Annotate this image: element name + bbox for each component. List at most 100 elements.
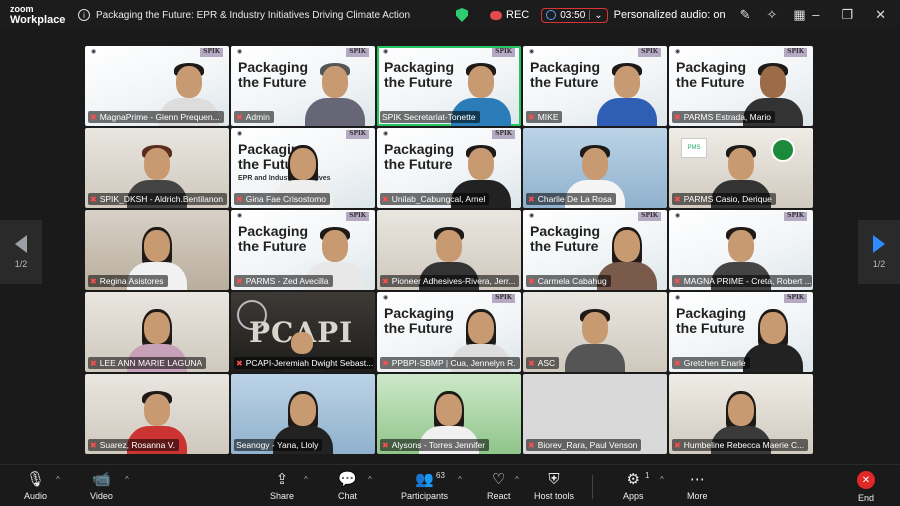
slide-logo-icon: ◉ xyxy=(237,131,243,137)
participant-name: PARMS Estrada, Mario xyxy=(683,112,771,122)
minimize-icon[interactable]: – xyxy=(812,7,819,23)
apps-button[interactable]: ⚙ Apps xyxy=(623,469,644,501)
participant-name: PARMS - Zed Avecilla xyxy=(245,276,329,286)
participant-tile[interactable]: ◉ SPIK ✖ MagnaPrime - Glenn Prequen... xyxy=(85,46,229,126)
info-icon[interactable]: i xyxy=(78,9,90,21)
audio-options-chevron-icon[interactable]: ^ xyxy=(56,475,60,484)
share-button[interactable]: ⇪ Share xyxy=(270,469,294,501)
video-button[interactable]: 📹 Video xyxy=(90,469,113,501)
mic-muted-icon: ✖ xyxy=(90,276,97,286)
participants-options-chevron-icon[interactable]: ^ xyxy=(458,475,462,484)
participant-name: Gretchen Enarle xyxy=(683,358,746,368)
mic-muted-icon: ✖ xyxy=(528,194,535,204)
participant-tile[interactable]: ✖ Alysons - Torres Jennifer xyxy=(377,374,521,454)
mic-muted-icon: ✖ xyxy=(382,276,389,286)
page-indicator-right: 1/2 xyxy=(872,259,886,269)
mic-muted-icon: ✖ xyxy=(90,194,97,204)
sparkle-ai-icon[interactable]: ✧ xyxy=(766,7,777,23)
mic-muted-icon: ✖ xyxy=(382,440,389,450)
participant-tile[interactable]: PMS ✖ PARMS Casio, Derique xyxy=(669,128,813,208)
participant-name: Pioneer Adhesives-Rivera, Jerr... xyxy=(391,276,516,286)
mic-muted-icon: ✖ xyxy=(528,276,535,286)
slide-title-line2: the Future xyxy=(384,156,453,172)
participant-name: Regina Asistores xyxy=(99,276,164,286)
share-options-chevron-icon[interactable]: ^ xyxy=(304,475,308,484)
page-indicator-left: 1/2 xyxy=(14,259,28,269)
personalized-audio-status[interactable]: Personalized audio: on xyxy=(614,9,726,21)
participant-tile[interactable]: ✖ Pioneer Adhesives-Rivera, Jerr... xyxy=(377,210,521,290)
participant-tile[interactable]: ✖ Charlie De La Rosa xyxy=(523,128,667,208)
encryption-shield-icon[interactable] xyxy=(456,8,468,22)
participant-name: Charlie De La Rosa xyxy=(537,194,612,204)
slide-title-line1: Packaging xyxy=(676,59,747,75)
host-tools-button[interactable]: ⛨ Host tools xyxy=(534,469,574,501)
mic-muted-icon: ✖ xyxy=(674,112,681,122)
participant-tile[interactable]: ✖ Suarez, Rosanna V. xyxy=(85,374,229,454)
participant-name: PPBPI-SBMP | Cua, Jennelyn R. xyxy=(391,358,516,368)
apps-options-chevron-icon[interactable]: ^ xyxy=(660,475,664,484)
react-options-chevron-icon[interactable]: ^ xyxy=(515,475,519,484)
participant-tile[interactable]: ◉ SPIK Packaging the Future ✖ Carmela Cabah… xyxy=(523,210,667,290)
toolbar-divider xyxy=(592,475,593,499)
restore-icon[interactable]: ❐ xyxy=(841,7,853,23)
chat-bubble-icon: 💬 xyxy=(338,471,357,488)
react-button[interactable]: ♡ React xyxy=(487,469,511,501)
chevron-down-icon[interactable]: ⌄ xyxy=(594,10,602,21)
mic-muted-icon: ✖ xyxy=(674,440,681,450)
participant-tile-active-speaker[interactable]: ◉ SPIK Packaging the Future SPIK Secretari… xyxy=(377,46,521,126)
participant-name: MIKE xyxy=(537,112,559,122)
chat-button[interactable]: 💬 Chat xyxy=(338,469,357,501)
meeting-timer[interactable]: 03:50 ⌄ xyxy=(541,7,608,23)
participant-tile[interactable]: ◉ SPIK Packaging the Future ✖ Admin xyxy=(231,46,375,126)
recording-indicator[interactable]: REC xyxy=(490,9,529,21)
participant-tile[interactable]: ✖ LEE ANN MARIE LAGUNA xyxy=(85,292,229,372)
slide-logo-icon: ◉ xyxy=(383,295,389,301)
participant-tile[interactable]: ◉ SPIK Packaging the Future EPR and Indust… xyxy=(231,128,375,208)
meeting-title: Packaging the Future: EPR & Industry Ini… xyxy=(96,9,411,21)
meeting-title-area[interactable]: i Packaging the Future: EPR & Industry I… xyxy=(78,9,448,21)
participant-tile[interactable]: ✖ Biorev_Rara, Paul Venson xyxy=(523,374,667,454)
participant-tile[interactable]: ✖ Regina Asistores xyxy=(85,210,229,290)
mic-muted-icon: ✖ xyxy=(674,194,681,204)
participant-name: MagnaPrime - Glenn Prequen... xyxy=(99,112,220,122)
green-seal-icon xyxy=(771,138,795,162)
slide-logo-icon: ◉ xyxy=(675,295,681,301)
participant-tile[interactable]: ✖ ASC xyxy=(523,292,667,372)
annotate-pen-icon[interactable]: ✎ xyxy=(740,7,751,23)
video-gallery: 1/2 1/2 ◉ SPIK ✖ MagnaPrime - Glenn Preque… xyxy=(0,30,900,464)
close-icon[interactable]: ✕ xyxy=(875,7,886,23)
host-shield-icon: ⛨ xyxy=(548,471,560,488)
slide-logo-icon: ◉ xyxy=(675,49,681,55)
video-options-chevron-icon[interactable]: ^ xyxy=(125,475,129,484)
slide-logo-icon: ◉ xyxy=(237,49,243,55)
next-page-button[interactable]: 1/2 xyxy=(858,220,900,284)
end-meeting-button[interactable]: ✕ End xyxy=(857,469,875,503)
participant-tile[interactable]: ✖ Humbeline Rebecca Maerie C... xyxy=(669,374,813,454)
apps-count: 1 xyxy=(645,471,650,480)
participant-name: PCAPI-Jeremiah Dwight Sebast... xyxy=(245,358,374,368)
participant-tile[interactable]: PCAPI ✖PCAPI-Jeremiah Dwight Sebast... xyxy=(231,292,375,372)
logo-line2: Workplace xyxy=(10,14,66,26)
spik-logo: SPIK xyxy=(638,212,661,221)
slide-logo-icon: ◉ xyxy=(529,213,535,219)
participant-tile[interactable]: ◉ SPIK Packaging the Future ✖ PARMS Estrada… xyxy=(669,46,813,126)
participant-tile[interactable]: ◉ SPIK Packaging the Future ✖ MIKE xyxy=(523,46,667,126)
participant-tile[interactable]: ◉ SPIK ✖ MAGNA PRIME - Creta, Robert ... xyxy=(669,210,813,290)
audio-button[interactable]: 🎙 Audio xyxy=(24,469,47,501)
mic-muted-icon: ✖ xyxy=(90,440,97,450)
react-label: React xyxy=(487,491,511,501)
chat-options-chevron-icon[interactable]: ^ xyxy=(368,475,372,484)
mic-muted-icon: ✖ xyxy=(382,194,389,204)
participant-tile[interactable]: ◉ SPIK Packaging the Future ✖ Unilab_Cabung… xyxy=(377,128,521,208)
spik-logo: SPIK xyxy=(200,48,223,57)
participant-name: Carmela Cabahug xyxy=(537,276,607,286)
grid-view-icon[interactable]: ▦ xyxy=(793,7,805,23)
participant-tile[interactable]: Seanogy - Yana, Lloly xyxy=(231,374,375,454)
previous-page-button[interactable]: 1/2 xyxy=(0,220,42,284)
slide-title-line2: the Future xyxy=(676,74,745,90)
participant-tile[interactable]: ◉ SPIK Packaging the Future ✖ PPBPI-SBMP | … xyxy=(377,292,521,372)
participant-tile[interactable]: ✖ SPIK_DKSH - Aldrich.Bentilanon xyxy=(85,128,229,208)
more-button[interactable]: ⋯ More xyxy=(687,469,708,501)
participant-tile[interactable]: ◉ SPIK Packaging the Future ✖ PARMS - Zed A… xyxy=(231,210,375,290)
participant-tile[interactable]: ◉ SPIK Packaging the Future ✖ Gretchen Enar… xyxy=(669,292,813,372)
